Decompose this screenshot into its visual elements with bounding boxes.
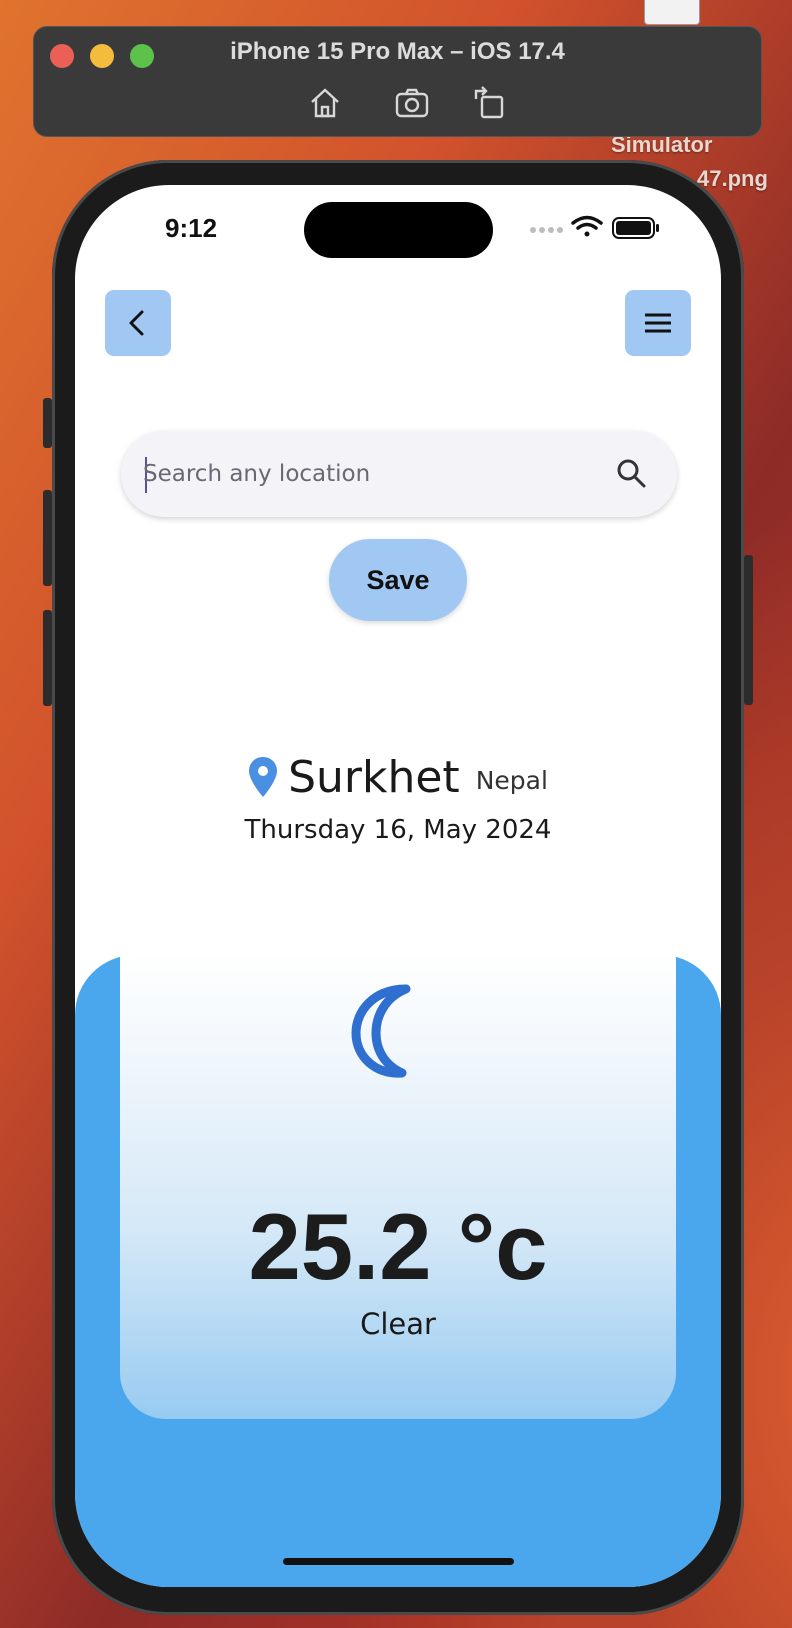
chevron-left-icon bbox=[129, 310, 144, 336]
power-button bbox=[744, 555, 753, 705]
home-icon[interactable] bbox=[307, 85, 343, 121]
save-button[interactable]: Save bbox=[329, 539, 467, 621]
rotate-icon[interactable] bbox=[472, 85, 508, 121]
simulator-window-bar: iPhone 15 Pro Max – iOS 17.4 bbox=[33, 26, 762, 137]
search-input[interactable] bbox=[143, 431, 583, 517]
desktop-file-thumbnail bbox=[644, 0, 700, 25]
weather-condition: Clear bbox=[360, 1307, 436, 1341]
moon-icon bbox=[351, 984, 411, 1078]
date-label: Thursday 16, May 2024 bbox=[244, 815, 552, 845]
volume-down-button bbox=[43, 610, 52, 706]
city-name: Surkhet bbox=[288, 752, 460, 803]
desktop-label-filename: 47.png bbox=[697, 166, 768, 191]
wifi-icon bbox=[571, 215, 603, 237]
screenshot-icon[interactable] bbox=[394, 85, 430, 121]
country-name: Nepal bbox=[475, 766, 548, 795]
signal-icon bbox=[530, 227, 563, 233]
weather-card: 25.2 °c Clear bbox=[120, 953, 676, 1419]
battery-icon bbox=[612, 217, 659, 239]
dynamic-island bbox=[304, 202, 493, 258]
location-row: Surkhet Nepal bbox=[75, 747, 721, 803]
volume-up-button bbox=[43, 490, 52, 586]
action-button bbox=[43, 398, 52, 448]
status-icons bbox=[527, 213, 667, 243]
back-button[interactable] bbox=[105, 290, 171, 356]
app-screen: 9:12 Search any location Save Surkhet Ne… bbox=[75, 185, 721, 1587]
hamburger-menu-icon bbox=[645, 313, 671, 333]
status-time: 9:12 bbox=[165, 213, 218, 243]
search-bar bbox=[121, 431, 677, 517]
search-icon[interactable] bbox=[615, 457, 647, 489]
menu-button[interactable] bbox=[625, 290, 691, 356]
temperature-value: 25.2 °c bbox=[248, 1194, 548, 1299]
home-indicator[interactable] bbox=[283, 1558, 514, 1565]
location-pin-icon bbox=[249, 757, 278, 797]
simulator-title: iPhone 15 Pro Max – iOS 17.4 bbox=[230, 38, 565, 65]
